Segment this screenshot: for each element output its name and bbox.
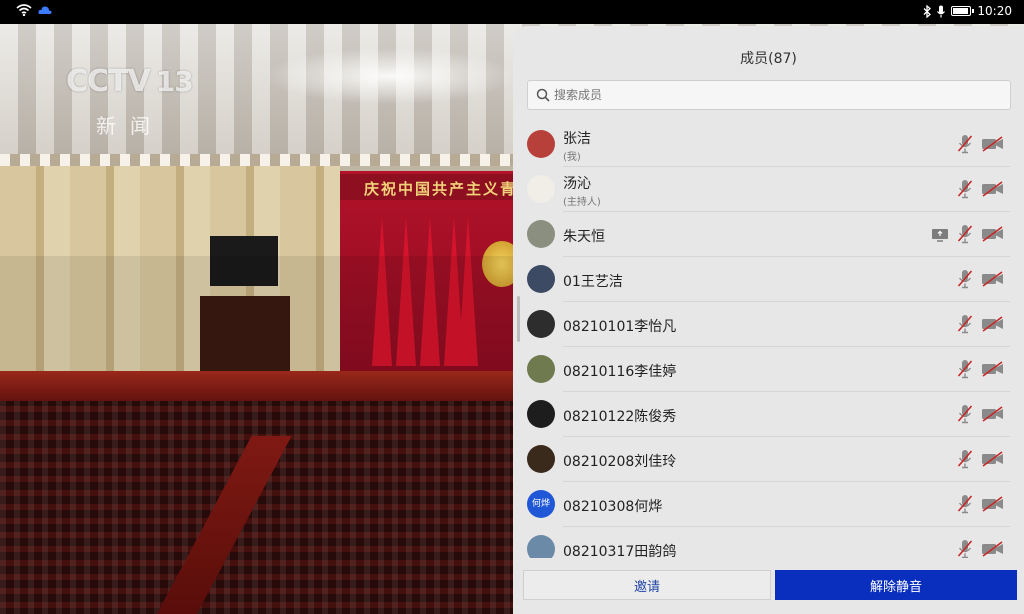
channel-logo-text: CCTV — [66, 64, 151, 99]
member-avatar — [527, 400, 555, 428]
mic-muted-icon[interactable] — [957, 404, 973, 424]
mic-muted-icon[interactable] — [957, 179, 973, 199]
member-avatar — [527, 535, 555, 558]
member-row[interactable]: 何烨 08210308何烨 — [513, 482, 1024, 527]
battery-icon — [951, 6, 975, 16]
member-name: 张洁 — [563, 131, 591, 147]
search-box[interactable] — [527, 80, 1011, 110]
status-left — [16, 4, 52, 16]
camera-off-icon[interactable] — [981, 271, 1005, 287]
member-name: 08210317田韵鸽 — [563, 544, 677, 558]
panel-title: 成员(87) — [740, 51, 797, 67]
camera-off-icon[interactable] — [981, 451, 1005, 467]
member-name: 08210122陈俊秀 — [563, 409, 677, 425]
cloud-icon — [38, 6, 52, 14]
channel-logo: CCTV 13 — [66, 64, 194, 99]
member-avatar — [527, 265, 555, 293]
member-row[interactable]: 汤沁 (主持人) — [513, 167, 1024, 212]
member-role: (我) — [563, 152, 581, 163]
wifi-icon — [16, 4, 32, 16]
mic-icon — [937, 5, 946, 17]
search-input[interactable] — [554, 82, 1004, 108]
stage-banner: 庆祝中国共产主义青 — [340, 174, 520, 200]
mic-muted-icon[interactable] — [957, 314, 973, 334]
member-avatar: 何烨 — [527, 490, 555, 518]
member-row[interactable]: 08210122陈俊秀 — [513, 392, 1024, 437]
camera-off-icon[interactable] — [981, 361, 1005, 377]
camera-off-icon[interactable] — [981, 181, 1005, 197]
member-list: 张洁 (我) 汤沁 (主持人) 朱天恒 01王艺洁 08210101李怡凡 08210116李… — [513, 122, 1024, 558]
member-name: 朱天恒 — [563, 229, 605, 245]
member-row[interactable]: 08210317田韵鸽 — [513, 527, 1024, 558]
camera-off-icon[interactable] — [981, 316, 1005, 332]
mic-muted-icon[interactable] — [957, 269, 973, 289]
invite-button[interactable]: 邀请 — [523, 570, 771, 600]
members-panel: 成员(87) 张洁 (我) 汤沁 (主持人) 朱天恒 01王艺洁 08210101李怡凡 08… — [513, 26, 1024, 614]
unmute-all-button[interactable]: 解除静音 — [775, 570, 1017, 600]
member-avatar — [527, 175, 555, 203]
camera-off-icon[interactable] — [981, 496, 1005, 512]
screen-share-icon[interactable] — [931, 227, 949, 242]
mic-muted-icon[interactable] — [957, 224, 973, 244]
member-avatar — [527, 355, 555, 383]
channel-subtitle: 新闻 — [96, 114, 164, 138]
channel-number: 13 — [155, 65, 194, 98]
member-role: (主持人) — [563, 197, 601, 208]
member-name: 汤沁 — [563, 176, 591, 192]
camera-off-icon[interactable] — [981, 136, 1005, 152]
member-row[interactable]: 张洁 (我) — [513, 122, 1024, 167]
member-row[interactable]: 01王艺洁 — [513, 257, 1024, 302]
member-avatar — [527, 130, 555, 158]
status-bar: 10:20 — [0, 0, 1024, 24]
search-icon — [536, 88, 550, 102]
member-name: 08210101李怡凡 — [563, 319, 677, 335]
member-avatar — [527, 220, 555, 248]
member-avatar — [527, 445, 555, 473]
mic-muted-icon[interactable] — [957, 449, 973, 469]
member-row[interactable]: 朱天恒 — [513, 212, 1024, 257]
mic-muted-icon[interactable] — [957, 359, 973, 379]
member-row[interactable]: 08210208刘佳玲 — [513, 437, 1024, 482]
member-row[interactable]: 08210116李佳婷 — [513, 347, 1024, 392]
status-time: 10:20 — [977, 4, 1012, 18]
camera-off-icon[interactable] — [981, 541, 1005, 557]
mic-muted-icon[interactable] — [957, 494, 973, 514]
member-avatar — [527, 310, 555, 338]
member-name: 01王艺洁 — [563, 274, 623, 290]
member-row[interactable]: 08210101李怡凡 — [513, 302, 1024, 347]
member-name: 08210208刘佳玲 — [563, 454, 677, 470]
member-name: 08210308何烨 — [563, 499, 663, 515]
status-right: 10:20 — [923, 4, 1012, 18]
mic-muted-icon[interactable] — [957, 539, 973, 558]
member-name: 08210116李佳婷 — [563, 364, 677, 380]
bluetooth-icon — [923, 4, 932, 18]
bottom-bar: 邀请 解除静音 — [513, 564, 1024, 614]
camera-off-icon[interactable] — [981, 406, 1005, 422]
camera-off-icon[interactable] — [981, 226, 1005, 242]
mic-muted-icon[interactable] — [957, 134, 973, 154]
